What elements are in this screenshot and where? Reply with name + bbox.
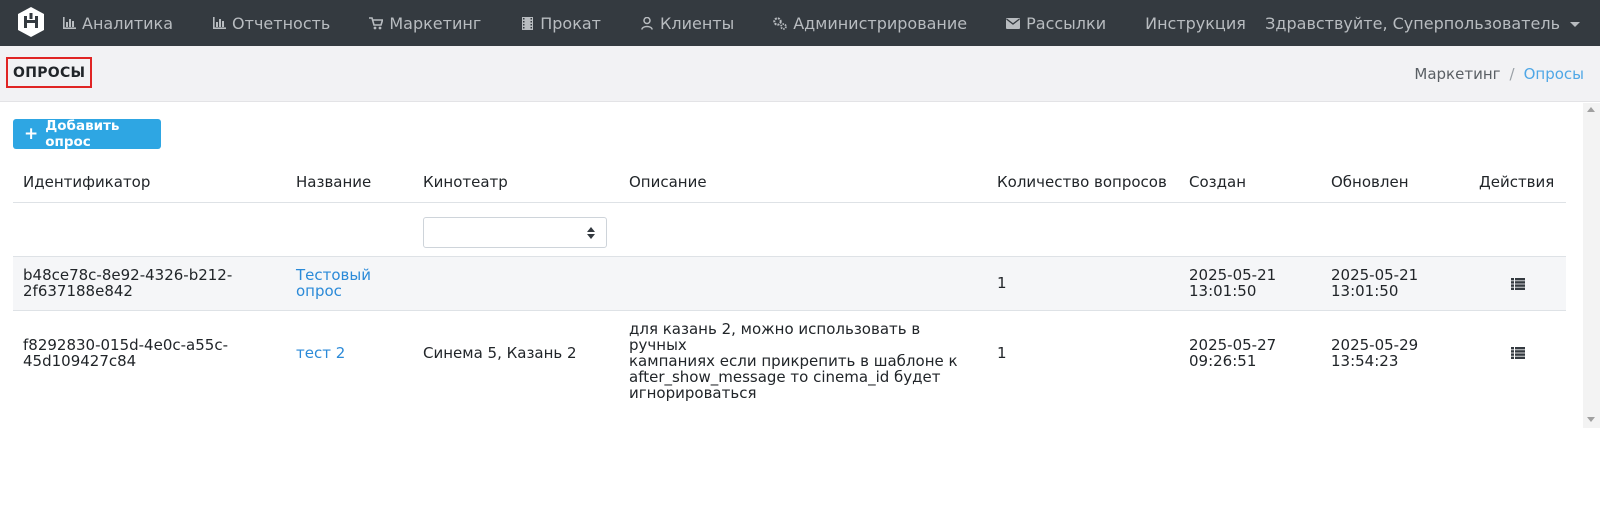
breadcrumb: Маркетинг / Опросы (1414, 46, 1584, 102)
nav-item-label: Отчетность (232, 13, 331, 33)
row-id: f8292830-015d-4e0c-a55c- 45d109427c84 (23, 337, 228, 369)
row-name-line: Тестовый (296, 266, 371, 284)
main-content: + Добавить опрос Идентификатор Название … (0, 103, 1583, 428)
nav-item-label: Рассылки (1026, 13, 1107, 33)
page-title: ОПРОСЫ (6, 57, 93, 88)
nav-item-label: Прокат (540, 13, 601, 33)
list-actions-icon[interactable] (1511, 278, 1525, 290)
row-question-count: 1 (997, 274, 1007, 292)
nav-item-administration[interactable]: Администрирование (773, 0, 967, 46)
row-name-line: тест 2 (296, 344, 346, 362)
top-navbar: Аналитика Отчетность Маркетинг Прокат Кл… (0, 0, 1600, 46)
user-icon (640, 16, 654, 30)
row-id: b48ce78c-8e92-4326-b212- 2f637188e842 (23, 267, 232, 299)
gears-icon (773, 16, 788, 30)
nav-item-rental[interactable]: Прокат (520, 0, 601, 46)
plus-icon: + (24, 123, 39, 144)
header-divider (13, 202, 1566, 203)
caret-down-icon (1570, 21, 1580, 27)
column-header-created: Создан (1189, 173, 1246, 191)
row-name-line: опрос (296, 282, 342, 300)
breadcrumb-parent[interactable]: Маркетинг (1414, 65, 1500, 83)
breadcrumb-separator: / (1509, 65, 1515, 83)
nav-item-instructions[interactable]: Инструкция (1145, 0, 1246, 46)
row-description-line: игнорироваться (629, 384, 757, 402)
row-updated-date: 2025-05-29 (1331, 336, 1419, 354)
row-id-line: b48ce78c-8e92-4326-b212- (23, 266, 233, 284)
nav-item-reports[interactable]: Отчетность (212, 0, 330, 46)
row-description-line: кампаниях если прикрепить в шаблоне к (629, 352, 958, 370)
row-updated-date: 2025-05-21 (1331, 266, 1419, 284)
row-updated: 2025-05-29 13:54:23 (1331, 337, 1418, 369)
row-updated-time: 13:54:23 (1331, 352, 1399, 370)
add-survey-label: Добавить опрос (45, 118, 120, 150)
nav-item-clients[interactable]: Клиенты (640, 0, 734, 46)
row-id-line: 2f637188e842 (23, 282, 133, 300)
row-id-line: 45d109427c84 (23, 352, 137, 370)
row-description: для казань 2, можно использовать в ручны… (629, 321, 969, 401)
row-updated: 2025-05-21 13:01:50 (1331, 267, 1418, 299)
vertical-scrollbar[interactable] (1583, 103, 1600, 428)
nav-item-analytics[interactable]: Аналитика (62, 0, 173, 46)
row-created: 2025-05-21 13:01:50 (1189, 267, 1276, 299)
nav-item-mailings[interactable]: Рассылки (1006, 0, 1106, 46)
row-divider (13, 310, 1566, 311)
list-actions-icon[interactable] (1511, 347, 1525, 359)
nav-item-label: Аналитика (82, 13, 174, 33)
logo-icon[interactable] (18, 7, 44, 37)
page-header: ОПРОСЫ Маркетинг / Опросы (0, 46, 1600, 102)
column-header-updated: Обновлен (1331, 173, 1409, 191)
row-question-count: 1 (997, 344, 1007, 362)
row-description-line: для казань 2, можно использовать в ручны… (629, 320, 921, 354)
row-created-time: 09:26:51 (1189, 352, 1257, 370)
select-arrows-icon (587, 227, 595, 239)
column-header-id: Идентификатор (23, 173, 151, 191)
scroll-up-arrow-icon[interactable] (1587, 107, 1595, 112)
add-survey-button[interactable]: + Добавить опрос (13, 118, 161, 150)
row-cinema: Синема 5, Казань 2 (423, 344, 577, 362)
cart-icon (369, 16, 384, 30)
user-menu[interactable]: Здравствуйте, Суперпользователь (1265, 0, 1580, 46)
breadcrumb-current[interactable]: Опросы (1524, 65, 1584, 83)
row-description-line: after_show_message то cinema_id будет (629, 368, 941, 386)
nav-item-label: Инструкция (1145, 13, 1246, 33)
column-header-description: Описание (629, 173, 707, 191)
cinema-filter-select[interactable] (423, 217, 607, 248)
column-header-question-count: Количество вопросов (997, 173, 1167, 191)
nav-item-label: Маркетинг (389, 13, 482, 33)
nav-item-label: Клиенты (659, 13, 735, 33)
row-name-link[interactable]: Тестовый опрос (296, 267, 371, 299)
row-name-link[interactable]: тест 2 (296, 345, 345, 361)
bar-chart-icon (212, 16, 226, 30)
row-updated-time: 13:01:50 (1331, 282, 1399, 300)
user-greeting: Здравствуйте, Суперпользователь (1265, 13, 1560, 33)
row-created-date: 2025-05-21 (1189, 266, 1277, 284)
row-created: 2025-05-27 09:26:51 (1189, 337, 1276, 369)
row-id-line: f8292830-015d-4e0c-a55c- (23, 336, 228, 354)
column-header-actions: Действия (1479, 173, 1555, 191)
row-created-time: 13:01:50 (1189, 282, 1257, 300)
scroll-down-arrow-icon[interactable] (1587, 417, 1595, 422)
column-header-name: Название (296, 173, 372, 191)
bar-chart-icon (62, 16, 76, 30)
row-created-date: 2025-05-27 (1189, 336, 1277, 354)
nav-item-label: Администрирование (793, 13, 968, 33)
nav-item-marketing[interactable]: Маркетинг (369, 0, 481, 46)
film-icon (520, 16, 534, 30)
column-header-cinema: Кинотеатр (423, 173, 508, 191)
envelope-icon (1006, 16, 1021, 30)
